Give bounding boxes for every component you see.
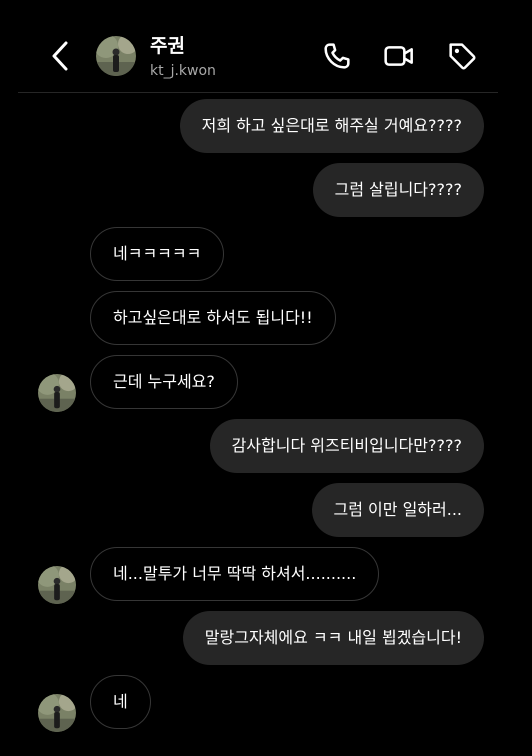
tag-icon — [449, 43, 476, 70]
sent-message[interactable]: 그럼 이만 일하러... — [311, 483, 484, 537]
sent-message[interactable]: 그럼 살립니다???? — [312, 163, 484, 217]
received-message[interactable]: 근데 누구세요? — [90, 355, 238, 409]
received-message[interactable]: 네ㅋㅋㅋㅋㅋ — [90, 227, 225, 281]
video-call-button[interactable] — [383, 40, 415, 72]
avatar[interactable] — [38, 566, 76, 604]
back-button[interactable] — [44, 38, 76, 74]
voice-call-button[interactable] — [321, 40, 353, 72]
sent-message[interactable]: 말랑그자체에요 ㅋㅋ 내일 뵙겠습니다! — [182, 611, 484, 665]
chevron-left-icon — [52, 41, 68, 71]
received-message[interactable]: 네 — [90, 675, 151, 729]
contact-name[interactable]: 주권 — [150, 34, 185, 58]
avatar[interactable] — [96, 36, 136, 76]
avatar[interactable] — [38, 694, 76, 732]
avatar[interactable] — [38, 374, 76, 412]
sent-message[interactable]: 저희 하고 싶은대로 해주실 거예요???? — [179, 99, 484, 153]
received-message[interactable]: 네...말투가 너무 딱딱 하셔서.......... — [90, 547, 380, 601]
chat-header: 주권 kt_j.kwon — [0, 0, 532, 92]
phone-icon — [324, 43, 350, 69]
header-divider — [18, 92, 498, 93]
tag-button[interactable] — [446, 40, 478, 72]
video-camera-icon — [384, 46, 413, 66]
contact-username[interactable]: kt_j.kwon — [150, 62, 216, 80]
received-message[interactable]: 하고싶은대로 하셔도 됩니다!! — [90, 291, 336, 345]
sent-message[interactable]: 감사합니다 위즈티비입니다만???? — [209, 419, 484, 473]
